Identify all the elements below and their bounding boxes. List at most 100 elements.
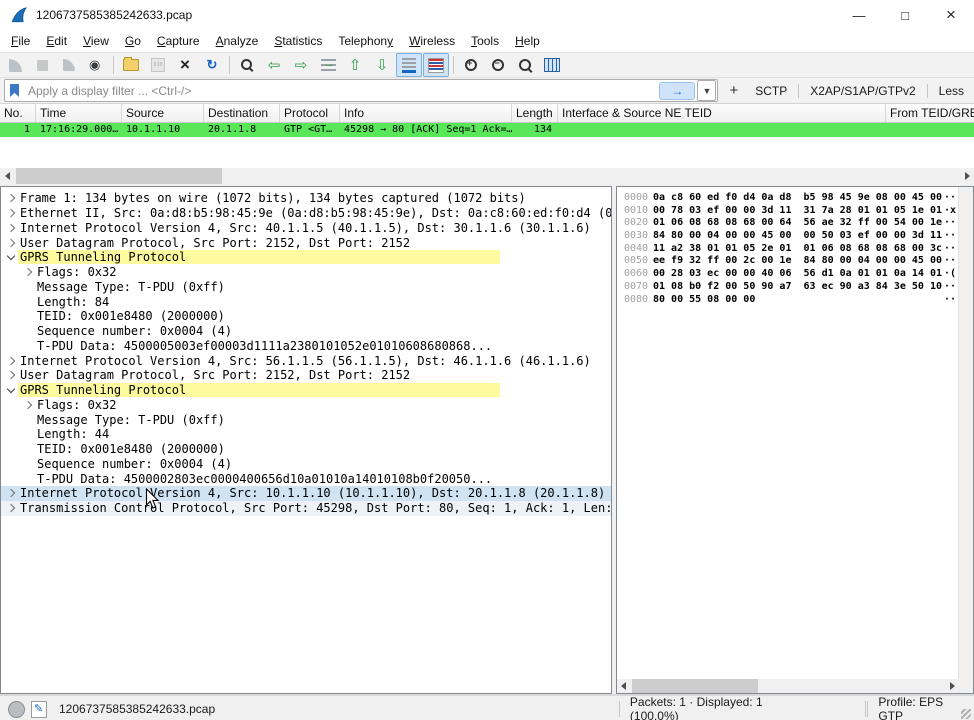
detail-row[interactable]: User Datagram Protocol, Src Port: 2152, … (1, 368, 611, 383)
detail-row[interactable]: Frame 1: 134 bytes on wire (1072 bits), … (1, 191, 611, 206)
hex-row[interactable]: 001000 78 03 ef 00 00 3d 11 31 7a 28 01 … (617, 205, 959, 218)
hex-row[interactable]: 003084 80 00 04 00 00 45 00 00 50 03 ef … (617, 230, 959, 243)
detail-row[interactable]: Transmission Control Protocol, Src Port:… (1, 501, 611, 516)
open-file-button[interactable] (118, 53, 144, 77)
expander-closed-icon[interactable] (3, 206, 18, 220)
column-header-time[interactable]: Time (36, 104, 122, 122)
detail-row[interactable]: Ethernet II, Src: 0a:d8:b5:98:45:9e (0a:… (1, 206, 611, 221)
filter-shortcut-sctp[interactable]: SCTP (749, 84, 793, 98)
detail-row[interactable]: GPRS Tunneling Protocol (1, 250, 611, 265)
column-header-length[interactable]: Length (512, 104, 558, 122)
go-to-packet-button[interactable] (315, 53, 341, 77)
detail-row[interactable]: T-PDU Data: 4500005003ef00003d1111a23801… (1, 339, 611, 354)
zoom-in-button[interactable] (458, 53, 484, 77)
packet-row-1[interactable]: 117:16:29.000…10.1.1.1020.1.1.8GTP <GT…4… (0, 123, 974, 137)
menu-tools[interactable]: Tools (463, 32, 507, 50)
zoom-out-button[interactable] (485, 53, 511, 77)
detail-row[interactable]: Internet Protocol Version 4, Src: 10.1.1… (1, 486, 611, 501)
capture-comment-icon[interactable] (31, 701, 47, 718)
menu-statistics[interactable]: Statistics (266, 32, 330, 50)
profile-selector[interactable]: Profile: EPS GTP (868, 695, 974, 720)
filter-shortcut-x2ap-s1ap-gtpv2[interactable]: X2AP/S1AP/GTPv2 (804, 84, 921, 98)
detail-row[interactable]: Internet Protocol Version 4, Src: 56.1.1… (1, 353, 611, 368)
scroll-right-arrow-icon[interactable] (960, 168, 974, 184)
column-header-from_teid[interactable]: From TEID/GRE Ke (886, 104, 974, 122)
expander-closed-icon[interactable] (3, 221, 18, 235)
detail-row[interactable]: Length: 84 (1, 294, 611, 309)
expander-closed-icon[interactable] (3, 236, 18, 250)
detail-row[interactable]: Message Type: T-PDU (0xff) (1, 280, 611, 295)
detail-row[interactable]: Length: 44 (1, 427, 611, 442)
expander-closed-icon[interactable] (20, 265, 35, 279)
hex-row[interactable]: 007001 08 b0 f2 00 50 90 a7 63 ec 90 a3 … (617, 281, 959, 294)
scrollbar-thumb[interactable] (632, 679, 758, 693)
menu-wireless[interactable]: Wireless (401, 32, 463, 50)
hex-vscrollbar[interactable] (958, 187, 973, 679)
display-filter-input[interactable] (26, 83, 659, 99)
menu-go[interactable]: Go (117, 32, 149, 50)
menu-edit[interactable]: Edit (38, 32, 75, 50)
column-header-source[interactable]: Source (122, 104, 204, 122)
detail-row[interactable]: T-PDU Data: 4500002803ec0000400656d10a01… (1, 471, 611, 486)
column-header-no[interactable]: No. (0, 104, 36, 122)
detail-row[interactable]: Flags: 0x32 (1, 265, 611, 280)
expert-info-icon[interactable] (8, 701, 25, 718)
expander-closed-icon[interactable] (3, 486, 18, 500)
hex-row[interactable]: 006000 28 03 ec 00 00 40 06 56 d1 0a 01 … (617, 268, 959, 281)
packet-counts[interactable]: Packets: 1 · Displayed: 1 (100.0%) (622, 695, 809, 720)
scroll-right-arrow-icon[interactable] (946, 679, 959, 693)
go-first-packet-button[interactable] (342, 53, 368, 77)
menu-analyze[interactable]: Analyze (208, 32, 267, 50)
hex-row[interactable]: 0050ee f9 32 ff 00 2c 00 1e 84 80 00 04 … (617, 255, 959, 268)
menu-capture[interactable]: Capture (149, 32, 208, 50)
detail-row[interactable]: Internet Protocol Version 4, Src: 40.1.1… (1, 221, 611, 236)
hex-row[interactable]: 00000a c8 60 ed f0 d4 0a d8 b5 98 45 9e … (617, 192, 959, 205)
detail-row[interactable]: Sequence number: 0x0004 (4) (1, 324, 611, 339)
go-last-packet-button[interactable] (369, 53, 395, 77)
capture-options-button[interactable] (83, 53, 109, 77)
expander-closed-icon[interactable] (3, 368, 18, 382)
expander-open-icon[interactable] (3, 383, 18, 397)
resize-grip[interactable] (961, 709, 971, 719)
menu-file[interactable]: File (3, 32, 38, 50)
column-header-protocol[interactable]: Protocol (280, 104, 340, 122)
detail-row[interactable]: TEID: 0x001e8480 (2000000) (1, 309, 611, 324)
hex-dump[interactable]: 00000a c8 60 ed f0 d4 0a d8 b5 98 45 9e … (617, 187, 959, 679)
column-header-iface[interactable]: Interface & Source NE TEID (558, 104, 886, 122)
scrollbar-thumb[interactable] (16, 168, 222, 184)
menu-telephony[interactable]: Telephony (330, 32, 401, 50)
find-packet-button[interactable] (234, 53, 260, 77)
expander-closed-icon[interactable] (3, 191, 18, 205)
expander-open-icon[interactable] (3, 250, 18, 264)
close-button[interactable]: × (928, 0, 974, 30)
detail-row[interactable]: TEID: 0x001e8480 (2000000) (1, 442, 611, 457)
zoom-reset-button[interactable] (512, 53, 538, 77)
hex-row[interactable]: 008080 00 55 08 00 00·· (617, 294, 959, 307)
minimize-button[interactable]: — (836, 0, 882, 30)
filter-less-button[interactable]: Less (933, 84, 970, 98)
add-filter-button[interactable]: + (723, 82, 744, 99)
column-header-info[interactable]: Info (340, 104, 512, 122)
hex-row[interactable]: 002001 06 08 68 08 68 00 64 56 ae 32 ff … (617, 217, 959, 230)
expander-closed-icon[interactable] (3, 354, 18, 368)
apply-filter-button[interactable]: → (659, 82, 695, 100)
menu-help[interactable]: Help (507, 32, 548, 50)
detail-row[interactable]: Message Type: T-PDU (0xff) (1, 412, 611, 427)
expander-closed-icon[interactable] (20, 398, 35, 412)
detail-row[interactable]: User Datagram Protocol, Src Port: 2152, … (1, 235, 611, 250)
column-header-destination[interactable]: Destination (204, 104, 280, 122)
packet-list-hscrollbar[interactable] (0, 168, 974, 184)
maximize-button[interactable]: □ (882, 0, 928, 30)
resize-columns-button[interactable] (539, 53, 565, 77)
scroll-left-arrow-icon[interactable] (0, 168, 14, 184)
detail-row[interactable]: Flags: 0x32 (1, 398, 611, 413)
detail-row[interactable]: GPRS Tunneling Protocol (1, 383, 611, 398)
scroll-left-arrow-icon[interactable] (617, 679, 630, 693)
colorize-packets-button[interactable] (423, 53, 449, 77)
filter-dropdown-button[interactable]: ▼ (697, 80, 716, 101)
menu-view[interactable]: View (75, 32, 117, 50)
expander-closed-icon[interactable] (3, 501, 18, 515)
detail-row[interactable]: Sequence number: 0x0004 (4) (1, 457, 611, 472)
reload-file-button[interactable] (199, 53, 225, 77)
filter-bookmark-icon[interactable] (10, 84, 19, 97)
